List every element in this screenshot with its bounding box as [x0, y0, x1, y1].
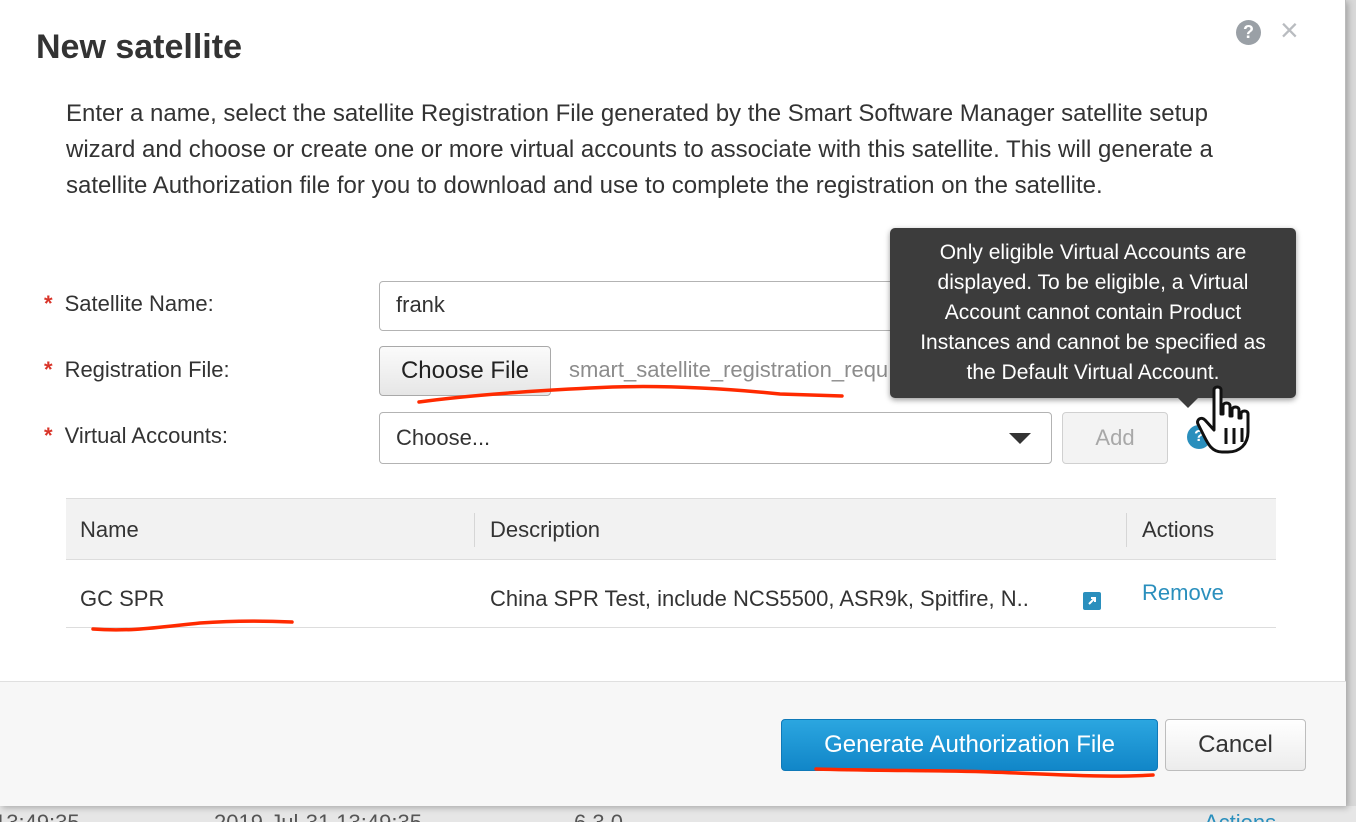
dialog-intro-text: Enter a name, select the satellite Regis… [66, 100, 1213, 199]
virtual-accounts-label: * Virtual Accounts: [44, 423, 228, 449]
required-asterisk: * [44, 423, 53, 448]
chevron-down-icon [1009, 433, 1031, 444]
hand-pointer-cursor-icon [1196, 385, 1250, 454]
choose-file-button[interactable]: Choose File [379, 346, 551, 396]
question-circle-icon[interactable]: ? [1236, 20, 1261, 45]
close-icon[interactable]: × [1280, 14, 1299, 46]
table-header: Name Description Actions [66, 498, 1276, 560]
dialog-footer: Generate Authorization File Cancel [0, 681, 1346, 806]
generate-authorization-file-button[interactable]: Generate Authorization File [781, 719, 1158, 771]
column-header-name: Name [80, 517, 139, 542]
row-name: GC SPR [80, 586, 165, 611]
background-cell: 13:49:35 [0, 810, 80, 822]
required-asterisk: * [44, 357, 53, 382]
satellite-name-input[interactable]: frank [379, 281, 939, 331]
registration-file-label: * Registration File: [44, 357, 230, 383]
new-satellite-dialog: New satellite ? × Enter a name, select t… [0, 0, 1346, 806]
dialog-title: New satellite [36, 28, 242, 66]
cancel-button[interactable]: Cancel [1165, 719, 1306, 771]
column-divider [474, 513, 475, 547]
external-link-icon[interactable] [1083, 592, 1101, 610]
background-cell: 6.3.0 [574, 810, 623, 822]
satellite-name-label-text: Satellite Name: [64, 291, 214, 316]
table-row: GC SPR China SPR Test, include NCS5500, … [66, 560, 1276, 628]
background-actions-link[interactable]: Actions [1204, 810, 1276, 822]
add-virtual-account-button[interactable]: Add [1062, 412, 1168, 464]
registration-file-label-text: Registration File: [64, 357, 230, 382]
remove-link[interactable]: Remove [1142, 580, 1224, 606]
eligibility-tooltip: Only eligible Virtual Accounts are displ… [890, 228, 1296, 408]
background-table-row: 13:49:35 2019-Jul-31 13:49:35 6.3.0 Acti… [0, 806, 1356, 822]
satellite-name-label: * Satellite Name: [44, 291, 214, 317]
virtual-accounts-select[interactable]: Choose... [379, 412, 1052, 464]
column-divider [1126, 513, 1127, 547]
row-description: China SPR Test, include NCS5500, ASR9k, … [490, 586, 1029, 611]
background-cell: 2019-Jul-31 13:49:35 [214, 810, 422, 822]
required-asterisk: * [44, 291, 53, 316]
virtual-accounts-selected-value: Choose... [396, 425, 491, 450]
column-header-description: Description [490, 517, 601, 542]
column-header-actions: Actions [1142, 517, 1215, 542]
selected-file-name: smart_satellite_registration_request [569, 357, 889, 382]
virtual-accounts-label-text: Virtual Accounts: [64, 423, 229, 448]
